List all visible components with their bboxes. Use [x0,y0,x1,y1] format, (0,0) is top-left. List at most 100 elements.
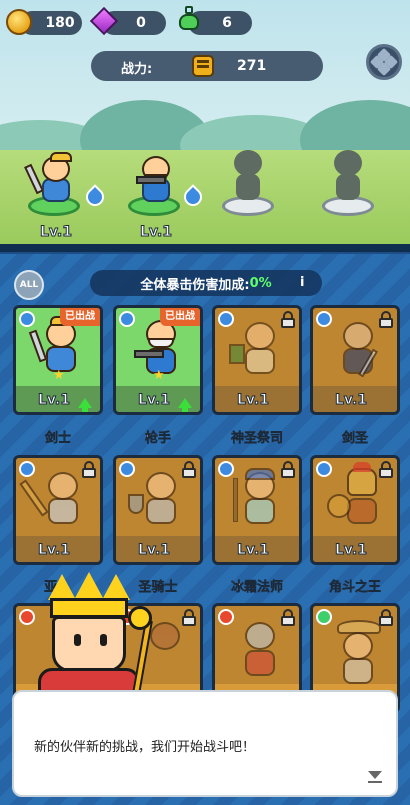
hero-head [146,472,176,500]
menu-button[interactable] [366,44,402,80]
potion-value: 6 [222,15,232,31]
hero-body [347,498,377,524]
star-icon: ★ [53,368,65,383]
ground-edge [0,244,410,252]
scepter-icon [131,619,153,701]
card-level: Lv.1 [335,392,368,409]
all-filter-button[interactable]: ALL [14,270,44,300]
hero-body [245,348,275,374]
combat-power-label: 战力: [121,62,153,77]
lock-icon [281,609,295,626]
hero-head [343,322,373,350]
lock-icon [182,609,196,626]
hero-head [343,632,373,660]
hero-hair [50,152,72,162]
gun-icon [136,176,166,184]
card-name: 剑圣 [341,431,369,447]
scene-hero-level: Lv.1 [40,224,73,241]
upgrade-arrow-icon [178,398,192,412]
fire-element-icon [218,609,234,625]
staff-icon [233,478,238,522]
lock-icon [379,461,393,478]
hero-head [48,472,78,500]
battle-scene: 180 0 6 战力: 271 Lv.1 Lv.1 [0,0,410,252]
hero-body [343,658,373,684]
lock-icon [281,461,295,478]
water-element-icon [218,311,234,327]
wind-element-icon [316,609,332,625]
green-potion-icon [176,5,202,31]
hero-card-locked[interactable]: Lv.1 [310,305,400,415]
crit-bonus-value: 0% [249,275,272,291]
sword-icon [28,329,48,363]
crown-icon [102,574,130,600]
water-element-icon [316,311,332,327]
crown-icon [50,598,128,618]
info-icon[interactable]: i [300,275,304,290]
hero-beard [148,338,174,348]
hero-card-locked[interactable]: Lv.1 [13,455,103,565]
card-name: 剑士 [44,431,72,447]
hero-silhouette [336,174,360,200]
water-element-icon [19,461,35,477]
combat-power-value: 271 [237,58,267,74]
hero-hair [245,468,275,480]
holy-book-icon [229,344,245,364]
star-icon: ★ [153,368,165,383]
upgrade-arrow-icon [78,398,92,412]
hero-body [245,498,275,524]
hero-card[interactable]: ★ 已出战 Lv.1 [113,305,203,415]
round-shield-icon [327,494,351,518]
hero-card-locked[interactable]: Lv.1 [310,455,400,565]
hero-silhouette [236,174,260,200]
hero-card-locked[interactable]: Lv.1 [212,455,302,565]
crown-icon [48,574,76,600]
hero-card-locked[interactable]: Lv.1 [212,305,302,415]
hero-body [245,650,275,676]
card-name: 枪手 [144,431,172,447]
hero-body [48,498,78,524]
combat-power-bar: 战力: 271 [91,51,323,81]
hero-card[interactable]: ★ 已出战 Lv.1 [13,305,103,415]
hero-head [245,322,275,350]
water-element-icon [119,461,135,477]
card-level: Lv.1 [138,542,171,559]
scene-hero-level: Lv.1 [140,224,173,241]
water-element-icon [119,311,135,327]
crit-bonus-label: 全体暴击伤害加成: [140,277,250,293]
gold-value: 180 [45,15,75,31]
lock-icon [82,461,96,478]
card-name: 神圣祭司 [230,431,284,447]
lock-icon [281,311,295,328]
down-arrow-icon[interactable] [368,771,382,783]
shield-icon [128,494,144,514]
king-character [30,572,170,708]
card-name: 角斗之王 [328,580,382,596]
card-name: 冰霜法师 [230,580,284,596]
deployed-tag: 已出战 [160,308,200,326]
helmet-icon [347,468,377,496]
card-level: Lv.1 [38,392,71,409]
hero-body [146,498,176,524]
gun-icon [134,350,164,358]
lock-icon [379,311,393,328]
deployed-tag: 已出战 [60,308,100,326]
king-face [52,616,126,672]
water-element-icon [316,461,332,477]
fist-icon [192,55,214,77]
hero-head [245,622,275,650]
gold-coin-icon [6,9,32,35]
card-level: Lv.1 [38,542,71,559]
water-element-icon [19,311,35,327]
crown-icon [75,572,103,598]
card-level: Lv.1 [237,392,270,409]
crit-bonus-bar: 全体暴击伤害加成: 0% [90,270,322,296]
gem-value: 0 [136,15,146,31]
sword-icon [19,479,49,517]
card-level: Lv.1 [237,542,270,559]
dialog-text: 新的伙伴新的挑战，我们开始战斗吧！ [34,740,256,755]
card-level: Lv.1 [138,392,171,409]
dialog-box[interactable]: 新的伙伴新的挑战，我们开始战斗吧！ [12,690,398,797]
hero-card-locked[interactable]: Lv.1 [113,455,203,565]
king-eye [100,634,107,646]
